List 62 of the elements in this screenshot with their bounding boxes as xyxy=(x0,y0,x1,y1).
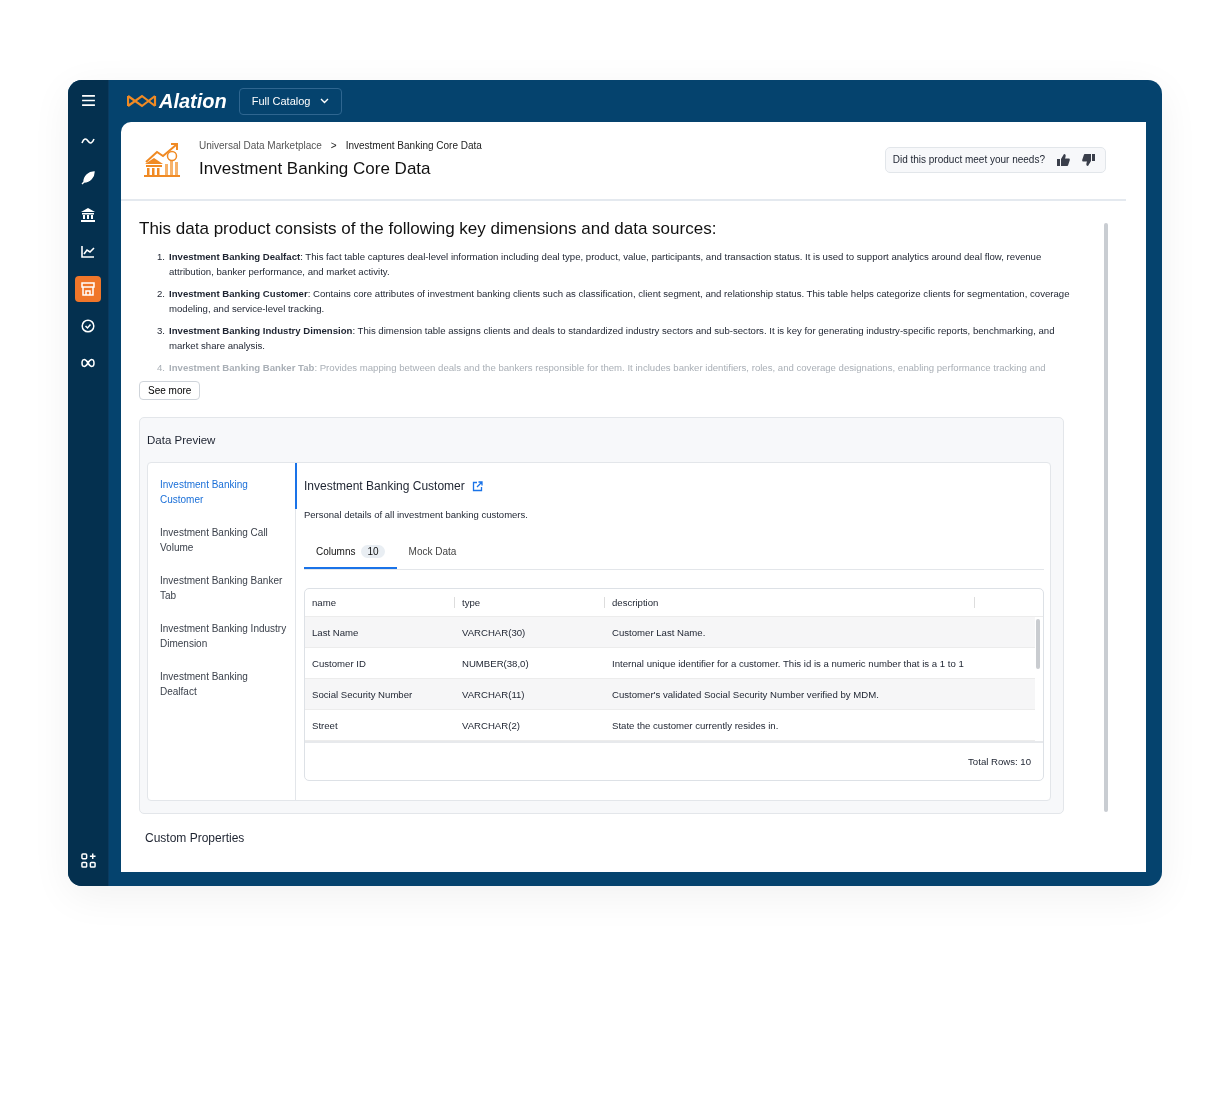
bank-growth-icon xyxy=(143,141,181,178)
table-cell-text: NUMBER(38,0) xyxy=(461,657,530,669)
tab[interactable]: Columns 10 xyxy=(304,538,397,569)
store-icon xyxy=(81,282,95,296)
table-cell-text: Customer Last Name. xyxy=(611,626,707,638)
count-badge: 10 xyxy=(361,545,385,558)
check-badge-icon xyxy=(81,319,95,333)
scrollbar[interactable] xyxy=(1104,223,1108,812)
logo-icon xyxy=(127,94,157,108)
list-item-text: Investment Banking Dealfact: This fact table captures deal-level information including deal type, product, value, participants, and transaction status. It is used to support analytics around deal flow, revenue attribution, banker performance, and market activity. xyxy=(169,250,1043,279)
breadcrumb-separator: > xyxy=(330,140,337,151)
breadcrumb-current: Investment Banking Core Data xyxy=(345,140,482,151)
tab[interactable]: Mock Data xyxy=(396,538,469,569)
thumbs-down-icon[interactable] xyxy=(1082,153,1095,166)
table-cell-text: VARCHAR(30) xyxy=(461,626,527,638)
chart-icon xyxy=(81,245,95,259)
page-title: Investment Banking Core Data xyxy=(199,159,432,179)
bank-icon xyxy=(81,208,95,222)
list-item-text: Investment Banking Customer: Contains core attributes of investment banking clients such as classification, client segment, and relationship status. This table helps categorize clients for segmentation, coverage modeling, and service-level tracking. xyxy=(169,287,1071,316)
menu-icon[interactable] xyxy=(81,95,95,106)
table-list-item[interactable]: Investment Banking Banker Tab xyxy=(160,573,295,603)
section-title: Data Preview xyxy=(147,434,217,446)
route-icon xyxy=(81,136,95,146)
table-cell-text: Street xyxy=(311,719,339,731)
summary-heading: This data product consists of the following key dimensions and data sources: xyxy=(139,219,718,239)
table-cell-text: Customer's validated Social Security Number verified by MDM. xyxy=(611,688,880,700)
list-number: 1. xyxy=(157,250,165,264)
table-cell-text: VARCHAR(2) xyxy=(461,719,521,731)
table-cell-text: State the customer currently resides in. xyxy=(611,719,780,731)
list-number: 2. xyxy=(157,287,165,301)
table-list-item[interactable]: Investment Banking Call Volume xyxy=(160,525,295,555)
table-cell-text: Last Name xyxy=(311,626,360,638)
breadcrumb-link[interactable]: Universal Data Marketplace xyxy=(199,140,322,151)
column-header: description xyxy=(605,597,975,608)
section-title: Custom Properties xyxy=(145,831,246,845)
table-cell-text: Internal unique identifier for a customer. This id is a numeric number that is a 1 to 1 xyxy=(611,657,965,669)
table-list-item[interactable]: Investment Banking Industry Dimension xyxy=(160,621,295,651)
thumbs-up-icon[interactable] xyxy=(1057,153,1070,166)
see-more-button[interactable]: See more xyxy=(139,381,201,400)
apps-icon[interactable] xyxy=(80,853,96,868)
list-number: 4. xyxy=(157,361,165,375)
loop-icon xyxy=(81,357,95,369)
feedback-question: Did this product meet your needs? xyxy=(892,154,1045,165)
table-list-item[interactable]: Investment Banking Dealfact xyxy=(160,669,295,699)
brand-name: Alation xyxy=(159,89,227,113)
scrollbar-thumb[interactable] xyxy=(1036,619,1040,669)
total-rows: Total Rows: 10 xyxy=(968,756,1031,767)
table-list-item[interactable]: Investment Banking Customer xyxy=(160,477,295,507)
feather-icon xyxy=(81,171,95,185)
table-cell-text: Customer ID xyxy=(311,657,367,669)
chevron-down-icon xyxy=(320,98,330,104)
table-title: Investment Banking Customer xyxy=(304,479,465,493)
table-cell-text: VARCHAR(11) xyxy=(461,688,526,700)
table-cell-text: Social Security Number xyxy=(311,688,414,700)
column-header: type xyxy=(455,597,605,608)
list-item-text: Investment Banking Banker Tab: Provides mapping between deals and the bankers responsible for them. It includes banker identifiers, roles, and coverage designations, enabling performance tracking and xyxy=(169,361,1046,375)
list-number: 3. xyxy=(157,324,165,338)
list-item-text: Investment Banking Industry Dimension: This dimension table assigns clients and deals to standardized industry sectors and sub-sectors. It is key for generating industry-specific reports, benchmarking, and market share analysis. xyxy=(169,324,1056,353)
catalog-dropdown[interactable]: Full Catalog xyxy=(238,87,343,115)
external-link-icon[interactable] xyxy=(471,480,483,492)
column-header: name xyxy=(305,597,455,608)
table-description: Personal details of all investment banking customers. xyxy=(303,509,529,520)
